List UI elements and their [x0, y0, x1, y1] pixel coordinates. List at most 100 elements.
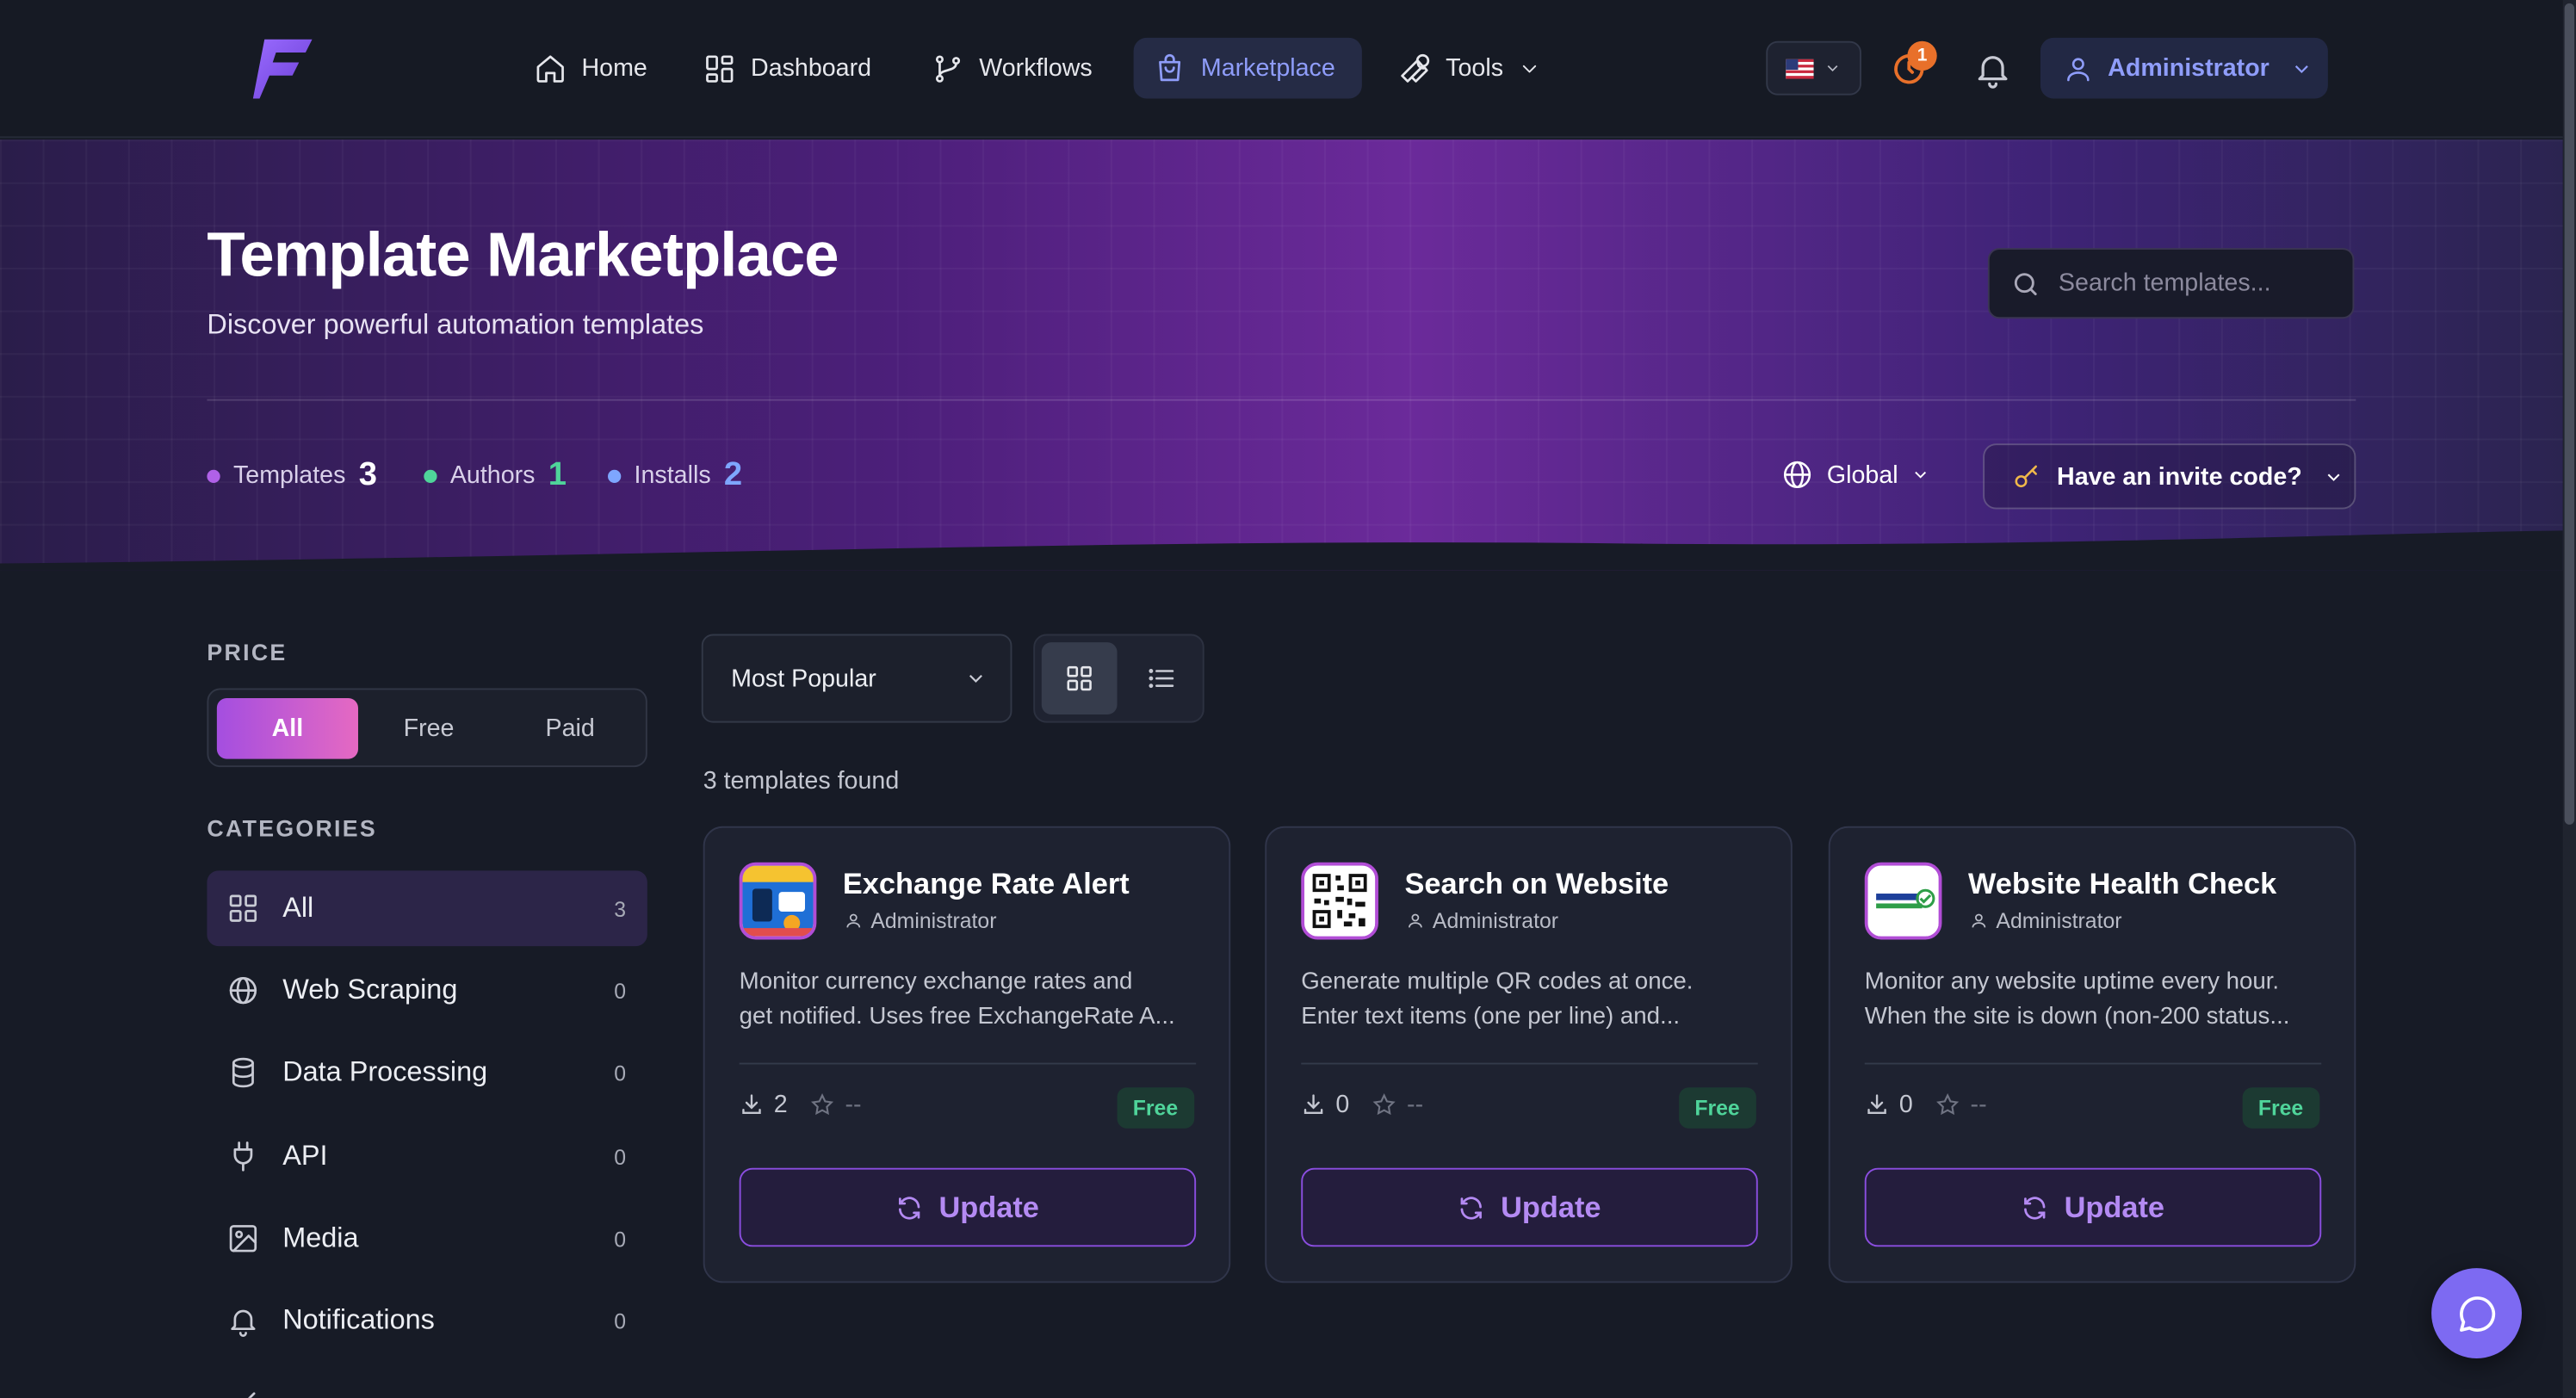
- nav-dashboard[interactable]: Dashboard: [684, 38, 891, 99]
- price-option-free[interactable]: Free: [358, 698, 499, 759]
- category-count: 3: [614, 895, 627, 921]
- price-option-all[interactable]: All: [216, 697, 358, 759]
- user-icon: [1972, 913, 1986, 928]
- search-input[interactable]: [2058, 269, 2338, 298]
- wrench-icon: [1401, 53, 1430, 82]
- hero-divider: [207, 399, 2356, 401]
- refresh-icon: [1461, 1196, 1483, 1219]
- template-thumbnail: [1301, 862, 1378, 940]
- update-button[interactable]: Update: [1301, 1167, 1758, 1247]
- page-scrollbar[interactable]: [2562, 0, 2576, 1398]
- category-media[interactable]: Media 0: [207, 1201, 647, 1277]
- description-line: Monitor currency exchange rates and: [739, 968, 1133, 996]
- update-label: Update: [1501, 1190, 1601, 1223]
- list-view-button[interactable]: [1124, 642, 1199, 714]
- nav-home-label: Home: [581, 53, 647, 83]
- category-all[interactable]: All 3: [207, 870, 647, 947]
- description-line: Monitor any website uptime every hour.: [1864, 968, 2280, 996]
- activity-button[interactable]: 1: [1889, 40, 1937, 89]
- template-title[interactable]: Exchange Rate Alert: [843, 868, 1130, 902]
- update-label: Update: [2064, 1190, 2165, 1223]
- template-card[interactable]: Search on Website Administrator Generate…: [1265, 826, 1793, 1284]
- results-count: 3 templates found: [703, 767, 900, 795]
- language-selector[interactable]: [1766, 40, 1861, 96]
- shopping-bag-icon: [1159, 53, 1181, 81]
- description-line: Enter text items (one per line) and...: [1301, 1003, 1681, 1030]
- category-web-scraping[interactable]: Web Scraping 0: [207, 953, 647, 1029]
- nav-marketplace-label: Marketplace: [1200, 53, 1335, 83]
- download-icon: [1303, 1094, 1323, 1114]
- top-navigation-bar: Home Dashboard Workflows Marketplace Too…: [0, 0, 2563, 139]
- image-icon: [229, 1225, 257, 1253]
- rating-value: --: [1407, 1091, 1424, 1119]
- category-count: 0: [614, 1308, 627, 1333]
- view-mode-toggle: [1033, 634, 1204, 723]
- nav-workflows-label: Workflows: [979, 53, 1093, 83]
- category-partial[interactable]: [207, 1365, 647, 1398]
- list-icon: [1149, 669, 1174, 689]
- template-thumbnail: [1864, 862, 1942, 940]
- star-icon: [811, 1093, 834, 1116]
- category-label: All: [282, 892, 314, 924]
- price-badge: Free: [2241, 1087, 2320, 1129]
- search-icon: [2014, 272, 2037, 295]
- nav-home[interactable]: Home: [514, 38, 666, 99]
- card-divider: [739, 1062, 1197, 1065]
- chat-bubble-icon: [2459, 1296, 2495, 1332]
- sort-selected-label: Most Popular: [731, 664, 876, 693]
- template-description: Generate multiple QR codes at once. Ente…: [1301, 966, 1761, 1035]
- category-label: API: [282, 1140, 328, 1172]
- scrollbar-thumb[interactable]: [2564, 3, 2575, 825]
- template-author: Administrator: [845, 908, 996, 933]
- description-line: When the site is down (non-200 status...: [1864, 1003, 2290, 1030]
- database-icon: [232, 1057, 254, 1088]
- category-label: Notifications: [282, 1304, 435, 1336]
- plug-icon: [233, 1141, 253, 1172]
- category-count: 0: [614, 978, 627, 1003]
- user-icon: [2067, 57, 2090, 81]
- template-rating: --: [1935, 1091, 1987, 1118]
- author-name: Administrator: [1432, 908, 1559, 933]
- rating-value: --: [845, 1091, 862, 1119]
- template-stats: 0 --: [1865, 1091, 1987, 1118]
- template-card[interactable]: Website Health Check Administrator Monit…: [1828, 826, 2356, 1284]
- price-option-paid[interactable]: Paid: [499, 698, 641, 759]
- card-divider: [1301, 1062, 1758, 1065]
- template-title[interactable]: Website Health Check: [1968, 868, 2276, 902]
- card-divider: [1864, 1062, 2322, 1065]
- home-icon: [536, 54, 564, 82]
- globe-icon: [229, 976, 257, 1005]
- template-card[interactable]: Exchange Rate Alert Administrator Monito…: [703, 826, 1231, 1284]
- app-logo[interactable]: [251, 36, 314, 102]
- stat-dot: [207, 468, 220, 483]
- star-icon: [1373, 1093, 1396, 1116]
- template-search[interactable]: [1987, 248, 2355, 319]
- notifications-button[interactable]: [1973, 49, 2013, 89]
- grid-view-button[interactable]: [1041, 642, 1118, 715]
- grid-icon: [1067, 665, 1092, 691]
- notification-count-badge: 1: [1907, 40, 1937, 71]
- update-button[interactable]: Update: [1864, 1167, 2322, 1247]
- template-rating: --: [1372, 1091, 1423, 1118]
- categories-heading: CATEGORIES: [207, 814, 377, 841]
- chat-support-button[interactable]: [2431, 1268, 2523, 1359]
- sort-dropdown[interactable]: Most Popular: [701, 634, 1012, 723]
- update-label: Update: [938, 1190, 1039, 1223]
- nav-tools-label: Tools: [1446, 53, 1504, 83]
- chevron-down-icon: [2295, 65, 2309, 73]
- category-data-processing[interactable]: Data Processing 0: [207, 1035, 647, 1110]
- user-menu-button[interactable]: Administrator: [2040, 37, 2328, 99]
- nav-tools[interactable]: Tools: [1378, 38, 1561, 99]
- update-button[interactable]: Update: [739, 1167, 1197, 1247]
- category-api[interactable]: API 0: [207, 1118, 647, 1194]
- nav-workflows[interactable]: Workflows: [912, 38, 1112, 99]
- category-notifications[interactable]: Notifications 0: [207, 1283, 647, 1358]
- template-title[interactable]: Search on Website: [1404, 868, 1669, 902]
- nav-marketplace[interactable]: Marketplace: [1133, 37, 1362, 99]
- template-thumbnail: [739, 862, 817, 940]
- template-description: Monitor currency exchange rates and get …: [740, 966, 1199, 1035]
- install-count: 2: [773, 1091, 788, 1119]
- download-icon: [742, 1094, 761, 1114]
- category-count: 0: [614, 1144, 627, 1169]
- automation-icon: [248, 1392, 256, 1398]
